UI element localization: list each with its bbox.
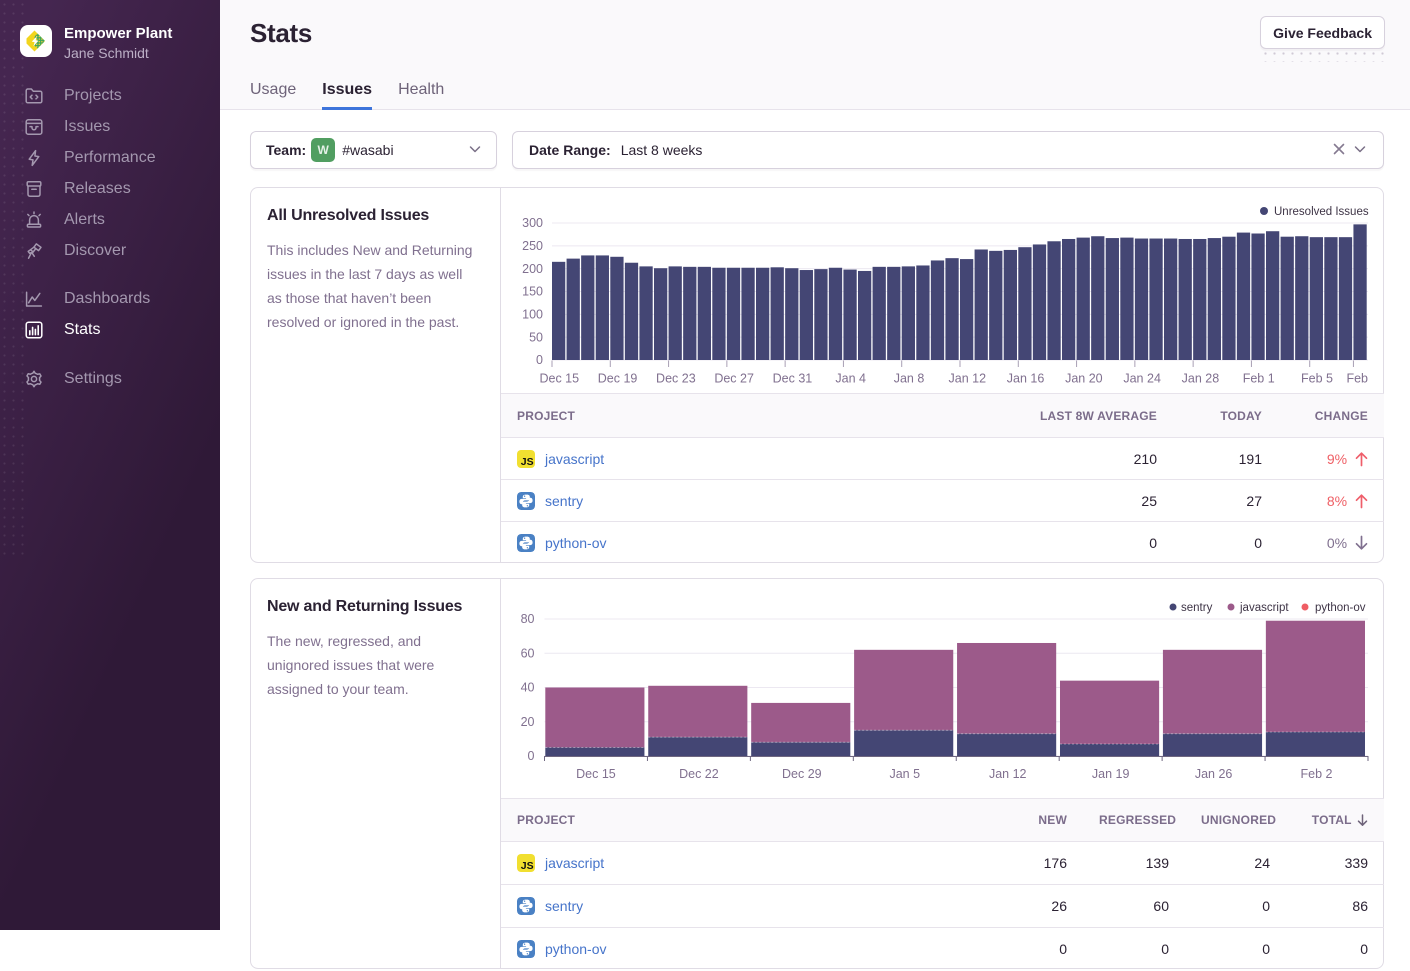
svg-text:Dec 31: Dec 31 [773,372,813,386]
svg-text:JS: JS [521,860,534,872]
svg-text:250: 250 [522,239,543,253]
svg-text:Dec 15: Dec 15 [539,372,579,386]
svg-text:100: 100 [522,308,543,322]
svg-text:sentry: sentry [1181,602,1213,614]
svg-text:Jan 16: Jan 16 [1007,372,1045,386]
svg-text:Jan 28: Jan 28 [1182,372,1220,386]
svg-text:20: 20 [521,715,535,729]
svg-text:Feb 1: Feb 1 [1243,372,1275,386]
svg-text:Jan 4: Jan 4 [835,372,866,386]
svg-text:Jan 24: Jan 24 [1123,372,1161,386]
svg-text:Dec 15: Dec 15 [576,767,616,781]
svg-text:Dec 29: Dec 29 [782,767,822,781]
svg-text:Unresolved Issues: Unresolved Issues [1274,206,1369,218]
svg-text:Jan 12: Jan 12 [949,372,987,386]
svg-text:Feb 2: Feb 2 [1301,767,1333,781]
svg-text:Dec 23: Dec 23 [656,372,696,386]
svg-text:80: 80 [521,612,535,626]
svg-text:Jan 5: Jan 5 [889,767,920,781]
svg-text:40: 40 [521,681,535,695]
svg-text:python-ov: python-ov [1315,602,1366,614]
svg-text:javascript: javascript [1239,602,1289,614]
svg-text:50: 50 [529,330,543,344]
svg-text:0: 0 [536,353,543,367]
svg-text:Jan 8: Jan 8 [894,372,925,386]
svg-text:Feb: Feb [1346,372,1368,386]
svg-text:60: 60 [521,646,535,660]
svg-text:Dec 22: Dec 22 [679,767,719,781]
svg-text:0: 0 [528,749,535,763]
svg-text:Dec 27: Dec 27 [714,372,754,386]
svg-text:Jan 12: Jan 12 [989,767,1027,781]
svg-text:Jan 19: Jan 19 [1092,767,1130,781]
svg-text:Jan 20: Jan 20 [1065,372,1103,386]
svg-text:200: 200 [522,262,543,276]
svg-text:150: 150 [522,285,543,299]
svg-text:JS: JS [521,456,534,468]
svg-text:Jan 26: Jan 26 [1195,767,1233,781]
svg-text:300: 300 [522,216,543,230]
svg-text:Feb 5: Feb 5 [1301,372,1333,386]
svg-text:Dec 19: Dec 19 [598,372,638,386]
